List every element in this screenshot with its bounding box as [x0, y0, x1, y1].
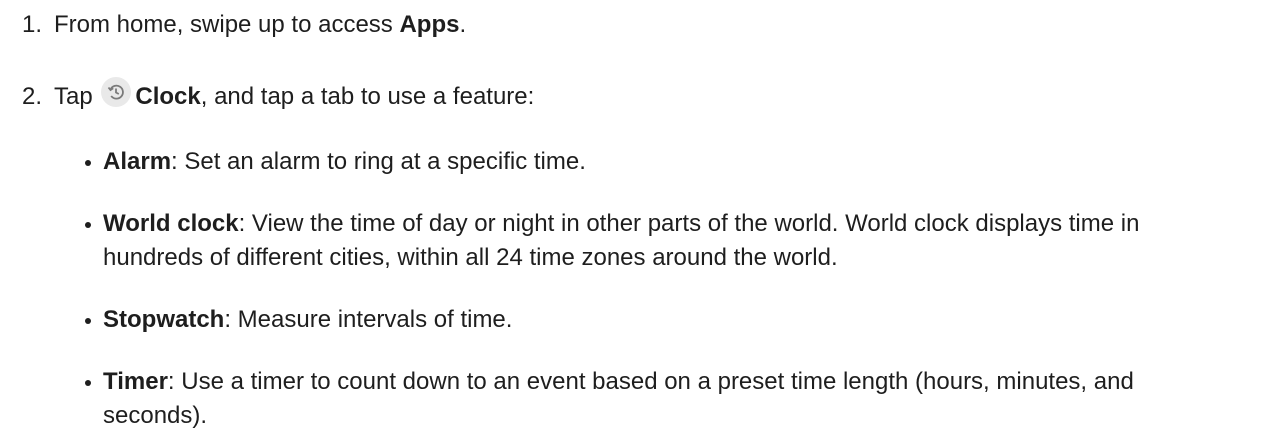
- step-number: 1.: [21, 11, 42, 38]
- feature-term: Alarm: [103, 148, 172, 175]
- feature-desc: : View the time of day or night in other…: [103, 210, 1140, 271]
- feature-term: World clock: [103, 210, 239, 237]
- clock-term: Clock: [135, 83, 201, 110]
- step-2: 2. Tap Clock, and tap a tab to use a feat…: [0, 77, 534, 112]
- step-number: 2.: [21, 83, 42, 110]
- feature-term: Timer: [103, 368, 168, 395]
- feature-stopwatch: Stopwatch: Measure intervals of time.: [85, 303, 1243, 337]
- clock-app-icon: [101, 77, 132, 107]
- step-text-end: , and tap a tab to use a feature:: [200, 83, 535, 110]
- feature-alarm: Alarm: Set an alarm to ring at a specifi…: [85, 145, 1243, 179]
- feature-desc: : Use a timer to count down to an event …: [103, 368, 1134, 429]
- step-text: From home, swipe up to access: [54, 11, 400, 38]
- feature-term: Stopwatch: [103, 306, 225, 333]
- step-text-end: .: [459, 11, 467, 38]
- step-text: Tap: [54, 83, 100, 110]
- step-1: 1. From home, swipe up to access Apps.: [0, 10, 466, 40]
- feature-timer: Timer: Use a timer to count down to an e…: [85, 365, 1243, 433]
- apps-term: Apps: [399, 11, 460, 38]
- feature-desc: : Measure intervals of time.: [224, 306, 513, 333]
- feature-world-clock: World clock: View the time of day or nig…: [85, 207, 1243, 275]
- feature-desc: : Set an alarm to ring at a specific tim…: [171, 148, 586, 175]
